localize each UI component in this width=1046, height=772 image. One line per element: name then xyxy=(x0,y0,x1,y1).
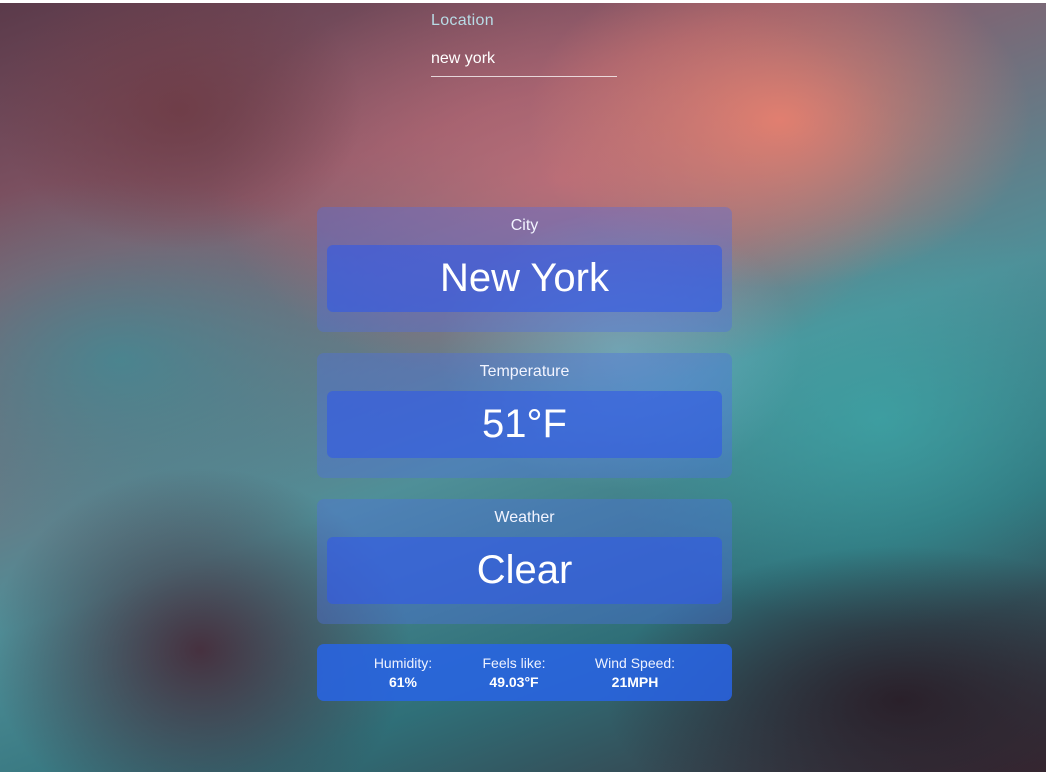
feels-like-stat: Feels like: 49.03°F xyxy=(467,654,561,692)
humidity-stat: Humidity: 61% xyxy=(357,654,449,692)
wind-speed-value: 21MPH xyxy=(611,674,659,690)
window-top-border xyxy=(0,0,1046,3)
city-value: New York xyxy=(327,245,722,312)
weather-value: Clear xyxy=(327,537,722,604)
weather-card: Weather Clear xyxy=(317,499,732,624)
city-card: City New York xyxy=(317,207,732,332)
humidity-label: Humidity: xyxy=(373,655,433,671)
location-search: Location xyxy=(431,12,617,77)
wind-speed-stat: Wind Speed: 21MPH xyxy=(585,654,685,692)
location-input[interactable] xyxy=(431,50,617,77)
temperature-value: 51°F xyxy=(327,391,722,458)
temperature-card-title: Temperature xyxy=(479,363,570,380)
feels-like-value: 49.03°F xyxy=(489,674,539,690)
temperature-card: Temperature 51°F xyxy=(317,353,732,478)
weather-card-title: Weather xyxy=(494,509,555,526)
humidity-value: 61% xyxy=(388,674,418,690)
location-label: Location xyxy=(431,12,494,29)
city-card-title: City xyxy=(510,217,539,234)
feels-like-label: Feels like: xyxy=(482,655,546,671)
wind-speed-label: Wind Speed: xyxy=(594,655,676,671)
weather-details-bar: Humidity: 61% Feels like: 49.03°F Wind S… xyxy=(317,644,732,701)
